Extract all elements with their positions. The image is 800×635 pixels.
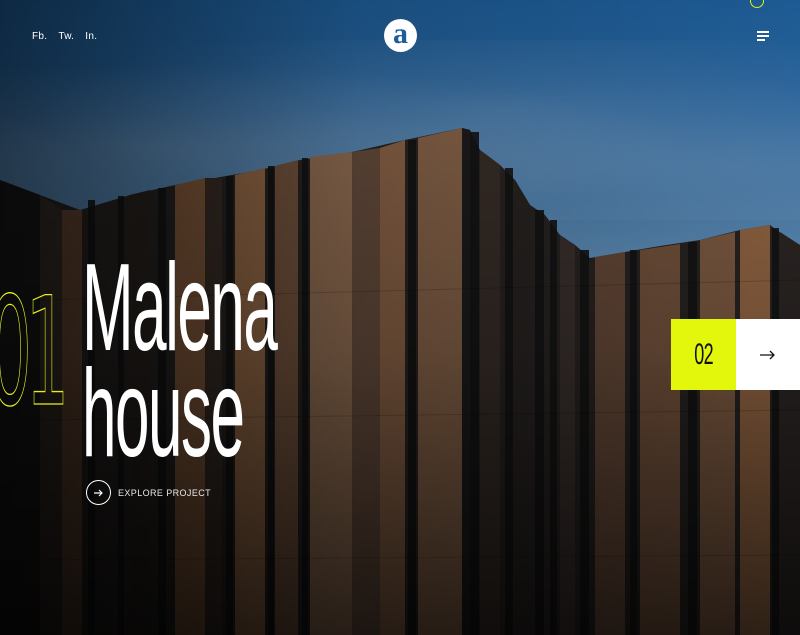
- arrow-right-icon: [86, 480, 111, 505]
- facebook-link[interactable]: Fb.: [32, 31, 47, 42]
- hamburger-menu-icon[interactable]: [757, 31, 769, 42]
- next-slide-number-button[interactable]: 02: [671, 319, 736, 390]
- slide-index-number: 01: [0, 266, 70, 440]
- twitter-link[interactable]: Tw.: [58, 31, 74, 42]
- explore-project-label: EXPLORE PROJECT: [118, 487, 212, 498]
- explore-project-button[interactable]: EXPLORE PROJECT: [86, 480, 211, 505]
- linkedin-link[interactable]: In.: [85, 31, 97, 42]
- logo-letter: a: [393, 16, 408, 50]
- next-slide-number: 02: [694, 337, 713, 371]
- project-title: Malena house: [82, 246, 278, 476]
- arrow-right-icon: [760, 350, 775, 359]
- logo[interactable]: a: [384, 16, 417, 52]
- next-slide-arrow-button[interactable]: [736, 319, 800, 390]
- social-links: Fb. Tw. In.: [32, 31, 97, 42]
